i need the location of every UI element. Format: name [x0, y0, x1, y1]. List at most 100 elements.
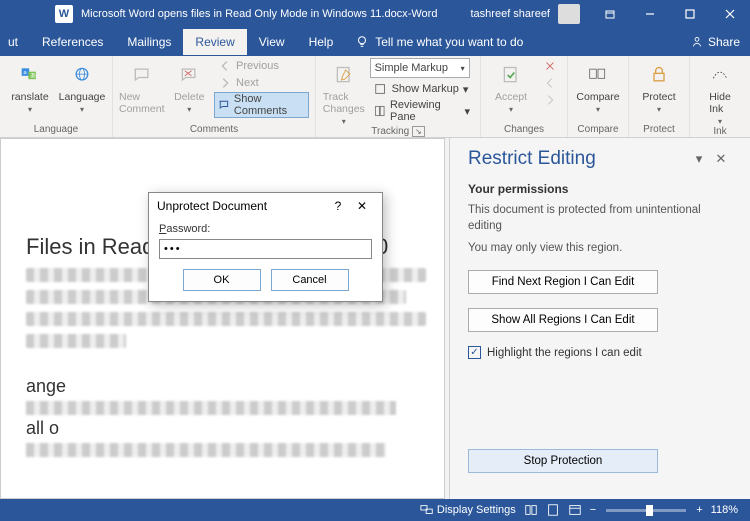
zoom-slider[interactable] [606, 509, 686, 512]
tab-mailings[interactable]: Mailings [115, 29, 183, 55]
highlight-regions-checkbox[interactable]: ✓ Highlight the regions I can edit [468, 346, 732, 359]
accept-label: Accept [495, 91, 527, 103]
show-all-regions-button[interactable]: Show All Regions I Can Edit [468, 308, 658, 332]
redacted-text [26, 401, 396, 415]
view-print-layout-icon[interactable] [546, 503, 560, 517]
next-icon [543, 93, 557, 107]
language-button[interactable]: Language ▾ [58, 58, 106, 114]
chevron-down-icon: ▾ [28, 105, 32, 114]
pane-title: Restrict Editing [468, 148, 688, 170]
previous-change-button[interactable] [539, 75, 561, 91]
zoom-out-button[interactable]: − [590, 504, 596, 516]
tab-view[interactable]: View [247, 29, 297, 55]
reject-button[interactable] [539, 58, 561, 74]
show-comments-icon [218, 98, 230, 112]
ribbon-tabs: ut References Mailings Review View Help … [0, 28, 750, 56]
reviewing-pane-button[interactable]: Reviewing Pane ▾ [370, 98, 474, 124]
track-changes-button[interactable]: Track Changes ▾ [322, 58, 366, 126]
reviewing-pane-icon [374, 104, 386, 118]
protect-button[interactable]: Protect ▾ [635, 58, 683, 114]
group-protect: Protect ▾ Protect [629, 56, 690, 137]
hide-ink-button[interactable]: Hide Ink ▾ [696, 58, 744, 126]
show-comments-button[interactable]: Show Comments [214, 92, 309, 118]
chevron-down-icon: ▾ [187, 105, 191, 114]
new-comment-icon [132, 61, 152, 89]
translate-label: ranslate [11, 91, 48, 103]
dialog-close-icon[interactable]: ✕ [350, 199, 374, 213]
tell-me-search[interactable]: Tell me what you want to do [345, 35, 523, 49]
maximize-icon[interactable] [670, 0, 710, 28]
pane-close-icon[interactable]: ✕ [710, 151, 732, 167]
dialog-help-icon[interactable]: ? [326, 199, 350, 213]
tab-help[interactable]: Help [297, 29, 346, 55]
chevron-down-icon: ▾ [463, 83, 469, 96]
permissions-text-2: You may only view this region. [468, 240, 732, 256]
hide-ink-icon [710, 61, 730, 89]
permissions-header: Your permissions [468, 182, 732, 196]
language-label: Language [59, 91, 106, 103]
compare-label: Compare [576, 91, 619, 103]
password-input[interactable] [159, 239, 372, 259]
chevron-down-icon: ▾ [464, 105, 470, 118]
share-button[interactable]: Share [690, 35, 740, 49]
group-language: aあ ranslate ▾ Language ▾ Language [0, 56, 113, 137]
tab-layout-cut[interactable]: ut [2, 29, 30, 55]
find-next-region-button[interactable]: Find Next Region I Can Edit [468, 270, 658, 294]
redacted-text [26, 443, 386, 457]
tab-references[interactable]: References [30, 29, 115, 55]
track-changes-label: Track Changes [323, 91, 365, 115]
group-changes-label: Changes [487, 124, 561, 137]
cancel-button[interactable]: Cancel [271, 269, 349, 291]
group-changes: Accept ▾ Changes [481, 56, 568, 137]
display-settings-button[interactable]: Display Settings [420, 503, 516, 517]
compare-icon [588, 61, 608, 89]
password-label: Password: [159, 223, 372, 235]
group-protect-label: Protect [635, 124, 683, 137]
user-avatar[interactable] [558, 4, 580, 24]
translate-button[interactable]: aあ ranslate ▾ [6, 58, 54, 114]
ribbon: aあ ranslate ▾ Language ▾ Language New Co… [0, 56, 750, 138]
delete-comment-button[interactable]: Delete ▾ [169, 58, 211, 114]
close-icon[interactable] [710, 0, 750, 28]
view-web-layout-icon[interactable] [568, 503, 582, 517]
tracking-options: Simple Markup▾ Show Markup ▾ Reviewing P… [370, 58, 474, 124]
stop-protection-button[interactable]: Stop Protection [468, 449, 658, 473]
comment-nav-stack: Previous Next Show Comments [214, 58, 309, 118]
ok-button[interactable]: OK [183, 269, 261, 291]
restrict-editing-pane: Restrict Editing ▾ ✕ Your permissions Th… [449, 138, 750, 499]
show-markup-icon [374, 82, 388, 96]
previous-icon [543, 76, 557, 90]
show-markup-button[interactable]: Show Markup ▾ [370, 81, 474, 97]
next-comment-button[interactable]: Next [214, 75, 309, 91]
view-read-mode-icon[interactable] [524, 503, 538, 517]
accept-button[interactable]: Accept ▾ [487, 58, 535, 114]
compare-button[interactable]: Compare ▾ [574, 58, 622, 114]
zoom-in-button[interactable]: + [696, 504, 702, 516]
protect-icon [649, 61, 669, 89]
minimize-icon[interactable] [630, 0, 670, 28]
chevron-down-icon: ▾ [509, 105, 513, 114]
lightbulb-icon [355, 35, 369, 49]
chevron-down-icon: ▾ [718, 117, 722, 126]
track-changes-icon [334, 61, 354, 89]
new-comment-button[interactable]: New Comment [119, 58, 165, 115]
zoom-level-button[interactable]: 118% [711, 504, 738, 516]
previous-comment-button[interactable]: Previous [214, 58, 309, 74]
signed-in-user[interactable]: tashreef shareef [471, 8, 551, 20]
pane-options-icon[interactable]: ▾ [688, 151, 710, 167]
ribbon-display-options-icon[interactable] [590, 0, 630, 28]
next-change-button[interactable] [539, 92, 561, 108]
doc-text: ange [26, 376, 66, 396]
translate-icon: aあ [20, 61, 40, 89]
hide-ink-label: Hide Ink [709, 91, 731, 115]
changes-nav [539, 58, 561, 108]
redacted-text [26, 312, 426, 326]
word-app-icon: W [55, 5, 73, 23]
protect-label: Protect [642, 91, 675, 103]
group-comments-label: Comments [119, 124, 309, 137]
unprotect-document-dialog: Unprotect Document ? ✕ Password: OK Canc… [148, 192, 383, 302]
group-language-label: Language [6, 124, 106, 137]
checkbox-checked-icon: ✓ [468, 346, 481, 359]
markup-display-select[interactable]: Simple Markup▾ [370, 58, 470, 78]
tab-review[interactable]: Review [183, 29, 246, 55]
